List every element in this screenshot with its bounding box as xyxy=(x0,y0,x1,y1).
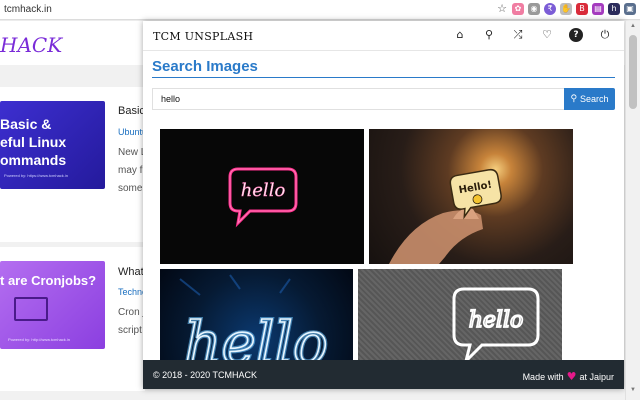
scroll-up-arrow-icon[interactable]: ▲ xyxy=(630,23,636,29)
extension-icon[interactable]: B xyxy=(576,3,588,15)
white-neon-hello-image: hello xyxy=(358,269,562,369)
location-label: at Jaipur xyxy=(579,371,614,382)
shuffle-icon[interactable]: ⤮ xyxy=(511,28,525,42)
extension-icon[interactable]: ▤ xyxy=(592,3,604,15)
extension-icon[interactable]: ✋ xyxy=(560,3,572,15)
extension-icon[interactable]: ◉ xyxy=(528,3,540,15)
post-excerpt: may f xyxy=(118,165,143,176)
search-button-label: Search xyxy=(580,94,609,104)
popup-footer: © 2018 - 2020 TCMHACK Made with ♥ at Jai… xyxy=(143,360,624,389)
site-logo[interactable]: HACK xyxy=(0,33,62,57)
popup-navbar: TCM UNSPLASH ⌂ ⚲ ⤮ ♡ ? ⏻ xyxy=(143,21,624,51)
tcm-unsplash-popup: TCM UNSPLASH ⌂ ⚲ ⤮ ♡ ? ⏻ Search Images ⚲… xyxy=(143,21,624,389)
tcm-unsplash-extension-icon[interactable]: ▣ xyxy=(624,3,636,15)
scroll-down-arrow-icon[interactable]: ▼ xyxy=(630,387,636,393)
thumbnail-caption: Powered by: http://www.tcmhack.in xyxy=(8,337,71,342)
hand-hello-sign-image: Hello! xyxy=(389,168,502,264)
heart-icon[interactable]: ♡ xyxy=(540,28,554,42)
post-title[interactable]: Basic xyxy=(118,105,145,117)
extension-icons: ☆ ✿ ◉ ₹ ✋ B ▤ h ▣ xyxy=(496,3,636,15)
made-with-text: Made with ♥ at Jaipur xyxy=(523,370,614,383)
url-text[interactable]: tcmhack.in xyxy=(4,4,52,15)
post-thumbnail[interactable]: Basic & eful Linux ommands Powered by: htt… xyxy=(0,101,105,189)
post-excerpt: script xyxy=(118,325,142,336)
extension-icon[interactable]: ₹ xyxy=(544,3,556,15)
thumbnail-text: t are Cronjobs? xyxy=(0,273,97,288)
search-icon[interactable]: ⚲ xyxy=(482,28,496,42)
made-with-label: Made with xyxy=(522,371,564,382)
search-input[interactable] xyxy=(152,88,564,110)
brand-title[interactable]: TCM UNSPLASH xyxy=(153,30,253,43)
pink-neon-hello-image: hello xyxy=(228,167,298,228)
result-image[interactable]: hello xyxy=(358,269,562,369)
search-icon: ⚲ xyxy=(570,94,578,104)
power-icon[interactable]: ⏻ xyxy=(598,28,612,42)
result-image[interactable]: hello xyxy=(160,129,364,264)
result-image[interactable]: Hello! xyxy=(369,129,573,264)
browser-address-bar: tcmhack.in ☆ ✿ ◉ ₹ ✋ B ▤ h ▣ xyxy=(0,0,640,20)
search-heading: Search Images xyxy=(152,58,258,75)
heading-divider xyxy=(152,77,615,78)
help-icon[interactable]: ? xyxy=(569,28,583,42)
extension-icon[interactable]: ✿ xyxy=(512,3,524,15)
extension-icon[interactable]: h xyxy=(608,3,620,15)
thumbnail-caption: Powered by: https://www.tcmhack.in xyxy=(4,173,69,178)
post-excerpt: some xyxy=(118,183,143,194)
home-icon[interactable]: ⌂ xyxy=(453,28,467,42)
neon-text: hello xyxy=(241,180,286,201)
blue-neon-hello-image: hello hello xyxy=(179,274,330,369)
monitor-icon xyxy=(14,297,48,321)
post-excerpt: Cron j xyxy=(118,307,145,318)
post-title[interactable]: What xyxy=(118,266,144,278)
heart-icon: ♥ xyxy=(566,370,577,383)
post-thumbnail[interactable]: t are Cronjobs? Powered by: http://www.t… xyxy=(0,261,105,349)
bookmark-star-icon[interactable]: ☆ xyxy=(496,3,508,15)
result-image[interactable]: hello hello xyxy=(160,269,353,369)
search-button[interactable]: ⚲ Search xyxy=(564,88,615,110)
nav-icons: ⌂ ⚲ ⤮ ♡ ? ⏻ xyxy=(453,28,612,42)
thumbnail-text: Basic & eful Linux ommands xyxy=(0,116,67,168)
scrollbar-thumb[interactable] xyxy=(629,35,637,109)
neon-text: hello xyxy=(469,308,524,333)
page-scrollbar[interactable]: ▲ ▼ xyxy=(625,21,640,400)
copyright-text: © 2018 - 2020 TCMHACK xyxy=(153,370,258,380)
